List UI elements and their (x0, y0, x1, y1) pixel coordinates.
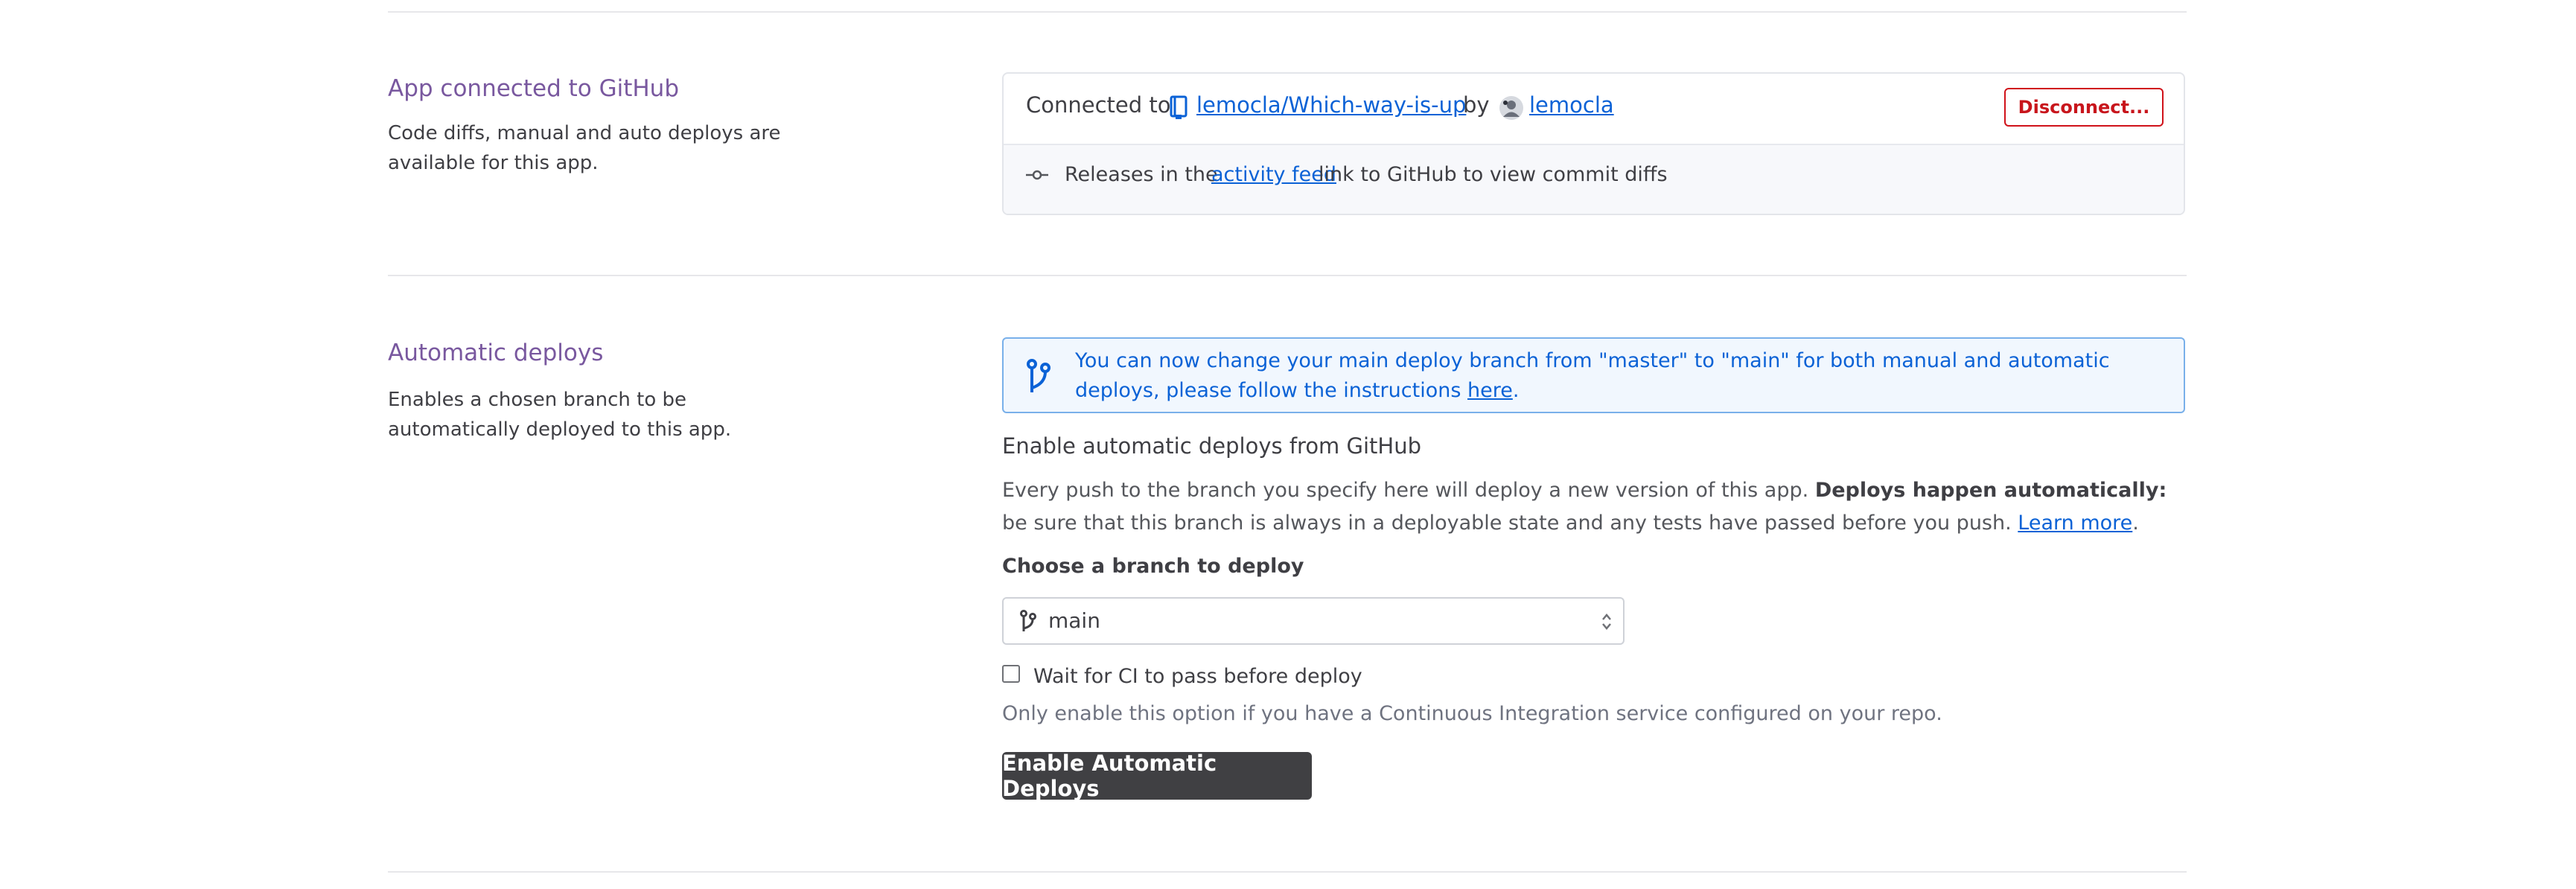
instructions-link[interactable]: here (1467, 379, 1513, 402)
enable-auto-deploys-heading: Enable automatic deploys from GitHub (1002, 433, 1422, 459)
commit-icon (1026, 169, 1048, 183)
banner-period: . (1512, 379, 1520, 402)
user-avatar-icon (1499, 95, 1524, 124)
auto-deploy-explanation: Every push to the branch you specify her… (1002, 474, 2178, 540)
body-period: . (2132, 512, 2139, 535)
connected-to-label: Connected to (1026, 92, 1171, 118)
user-link[interactable]: lemocla (1529, 92, 1614, 118)
github-section-title: App connected to GitHub (388, 75, 679, 102)
page: App connected to GitHub Code diffs, manu… (0, 0, 2576, 889)
body-text-2: be sure that this branch is always in a … (1002, 512, 2012, 535)
branch-select-label: Choose a branch to deploy (1002, 555, 1304, 578)
releases-row: Releases in the activity feed link to Gi… (1004, 144, 2184, 214)
connection-row: Connected to lemocla/Which-way-is-up by … (1004, 74, 2184, 144)
releases-suffix: link to GitHub to view commit diffs (1319, 163, 1668, 186)
auto-deploy-section-title: Automatic deploys (388, 340, 604, 366)
banner-text: You can now change your main deploy bran… (1075, 349, 2110, 402)
ci-help-text: Only enable this option if you have a Co… (1002, 702, 1942, 725)
main-branch-info-banner: You can now change your main deploy bran… (1002, 337, 2185, 413)
repo-book-icon (1169, 95, 1188, 122)
body-bold-text: Deploys happen automatically: (1814, 479, 2167, 502)
learn-more-link[interactable]: Learn more (2018, 512, 2132, 535)
branch-icon (1026, 358, 1051, 400)
banner-message: You can now change your main deploy bran… (1075, 346, 2169, 406)
github-section-description: Code diffs, manual and auto deploys are … (388, 122, 781, 174)
body-text-1: Every push to the branch you specify her… (1002, 479, 1809, 502)
wait-for-ci-label[interactable]: Wait for CI to pass before deploy (1033, 665, 1362, 688)
github-connection-card: Connected to lemocla/Which-way-is-up by … (1002, 72, 2185, 215)
releases-prefix: Releases in the (1065, 163, 1218, 186)
divider-top (388, 11, 2187, 13)
enable-automatic-deploys-button[interactable]: Enable Automatic Deploys (1002, 751, 1312, 801)
divider-middle (388, 275, 2187, 276)
auto-deploy-section-description: Enables a chosen branch to be automatica… (388, 389, 732, 441)
repo-link[interactable]: lemocla/Which-way-is-up (1196, 92, 1466, 118)
disconnect-button[interactable]: Disconnect... (2004, 88, 2164, 127)
divider-bottom (388, 871, 2187, 873)
branch-select-value: main (1048, 608, 1100, 633)
branch-icon (1020, 610, 1036, 637)
by-label: by (1463, 92, 1490, 118)
wait-for-ci-checkbox[interactable] (1002, 665, 1020, 683)
activity-feed-link[interactable]: activity feed (1211, 163, 1336, 186)
branch-select[interactable]: main (1002, 597, 1625, 645)
select-arrows-icon (1601, 611, 1613, 635)
